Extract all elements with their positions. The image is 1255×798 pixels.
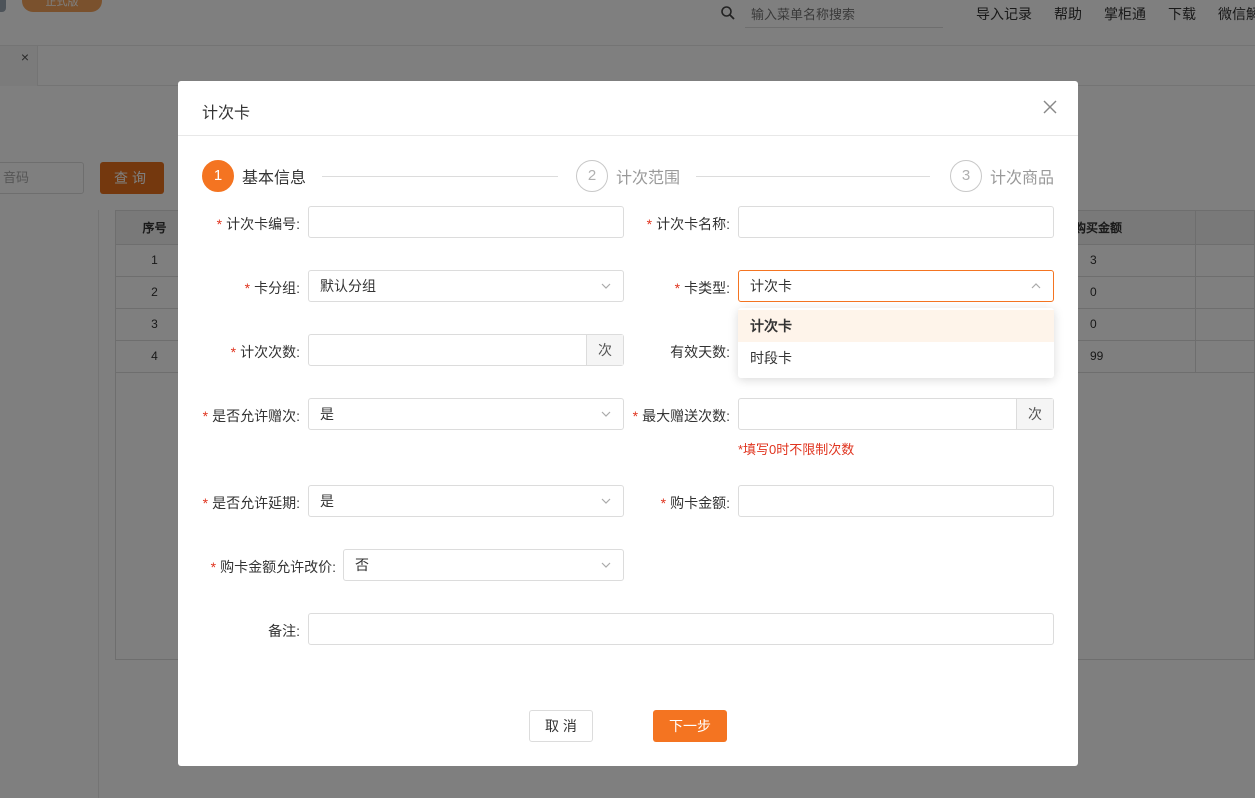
- card-no-label: * 计次卡编号:: [216, 216, 300, 232]
- count-suffix: 次: [586, 335, 623, 365]
- step-basic-info: 1 基本信息: [202, 160, 306, 192]
- remark-input[interactable]: [308, 613, 1054, 645]
- price-input[interactable]: [738, 485, 1054, 517]
- max-gift-label: * 最大赠送次数:: [632, 408, 730, 424]
- dialog-title: 计次卡: [202, 105, 251, 122]
- allow-price-change-label: * 购卡金额允许改价:: [210, 559, 336, 575]
- step-label: 基本信息: [242, 170, 307, 187]
- allow-extend-value: 是: [320, 493, 334, 509]
- step-count-range: 2 计次范围: [576, 160, 680, 192]
- price-label: * 购卡金额:: [660, 495, 730, 511]
- count-card-dialog: 计次卡 1 基本信息 2 计次范围 3 计次商品 * 计次卡编号: * 计次卡名称:…: [178, 81, 1078, 766]
- chevron-down-icon: [601, 411, 611, 417]
- step-label: 计次范围: [616, 170, 681, 187]
- dialog-header: 计次卡: [178, 81, 1078, 136]
- card-type-label: * 卡类型:: [674, 280, 730, 296]
- allow-extend-select[interactable]: 是: [308, 485, 624, 517]
- allow-gift-label: * 是否允许赠次:: [202, 408, 300, 424]
- card-group-select[interactable]: 默认分组: [308, 270, 624, 302]
- step-connector: [696, 176, 930, 177]
- step-label: 计次商品: [990, 170, 1055, 187]
- max-gift-hint: *填写0时不限制次数: [738, 442, 855, 457]
- chevron-down-icon: [601, 283, 611, 289]
- step-count-products: 3 计次商品: [950, 160, 1054, 192]
- chevron-down-icon: [601, 498, 611, 504]
- allow-gift-select[interactable]: 是: [308, 398, 624, 430]
- remark-label: 备注:: [268, 623, 300, 639]
- valid-days-label: 有效天数:: [670, 344, 730, 360]
- close-icon[interactable]: [1042, 99, 1058, 115]
- step-number: 2: [576, 160, 608, 192]
- allow-price-change-select[interactable]: 否: [343, 549, 624, 581]
- step-connector: [322, 176, 558, 177]
- count-label: * 计次次数:: [230, 344, 300, 360]
- chevron-up-icon: [1031, 283, 1041, 289]
- card-name-label: * 计次卡名称:: [646, 216, 730, 232]
- card-type-option-period[interactable]: 时段卡: [738, 342, 1054, 374]
- chevron-down-icon: [601, 562, 611, 568]
- card-type-select[interactable]: 计次卡: [738, 270, 1054, 302]
- cancel-button[interactable]: 取 消: [529, 710, 593, 742]
- card-group-value: 默认分组: [320, 278, 376, 294]
- next-step-button[interactable]: 下一步: [653, 710, 727, 742]
- allow-extend-label: * 是否允许延期:: [202, 495, 300, 511]
- card-name-input[interactable]: [738, 206, 1054, 238]
- card-no-input[interactable]: [308, 206, 624, 238]
- allow-price-change-value: 否: [355, 557, 369, 573]
- card-type-dropdown: 计次卡 时段卡: [738, 308, 1054, 378]
- step-number: 3: [950, 160, 982, 192]
- allow-gift-value: 是: [320, 406, 334, 422]
- max-gift-suffix: 次: [1016, 399, 1053, 429]
- count-input[interactable]: 次: [308, 334, 624, 366]
- card-type-option-count[interactable]: 计次卡: [738, 310, 1054, 342]
- max-gift-input[interactable]: 次: [738, 398, 1054, 430]
- card-type-value: 计次卡: [750, 278, 792, 294]
- card-group-label: * 卡分组:: [244, 280, 300, 296]
- step-number: 1: [202, 160, 234, 192]
- step-indicator: 1 基本信息 2 计次范围 3 计次商品: [202, 160, 1054, 192]
